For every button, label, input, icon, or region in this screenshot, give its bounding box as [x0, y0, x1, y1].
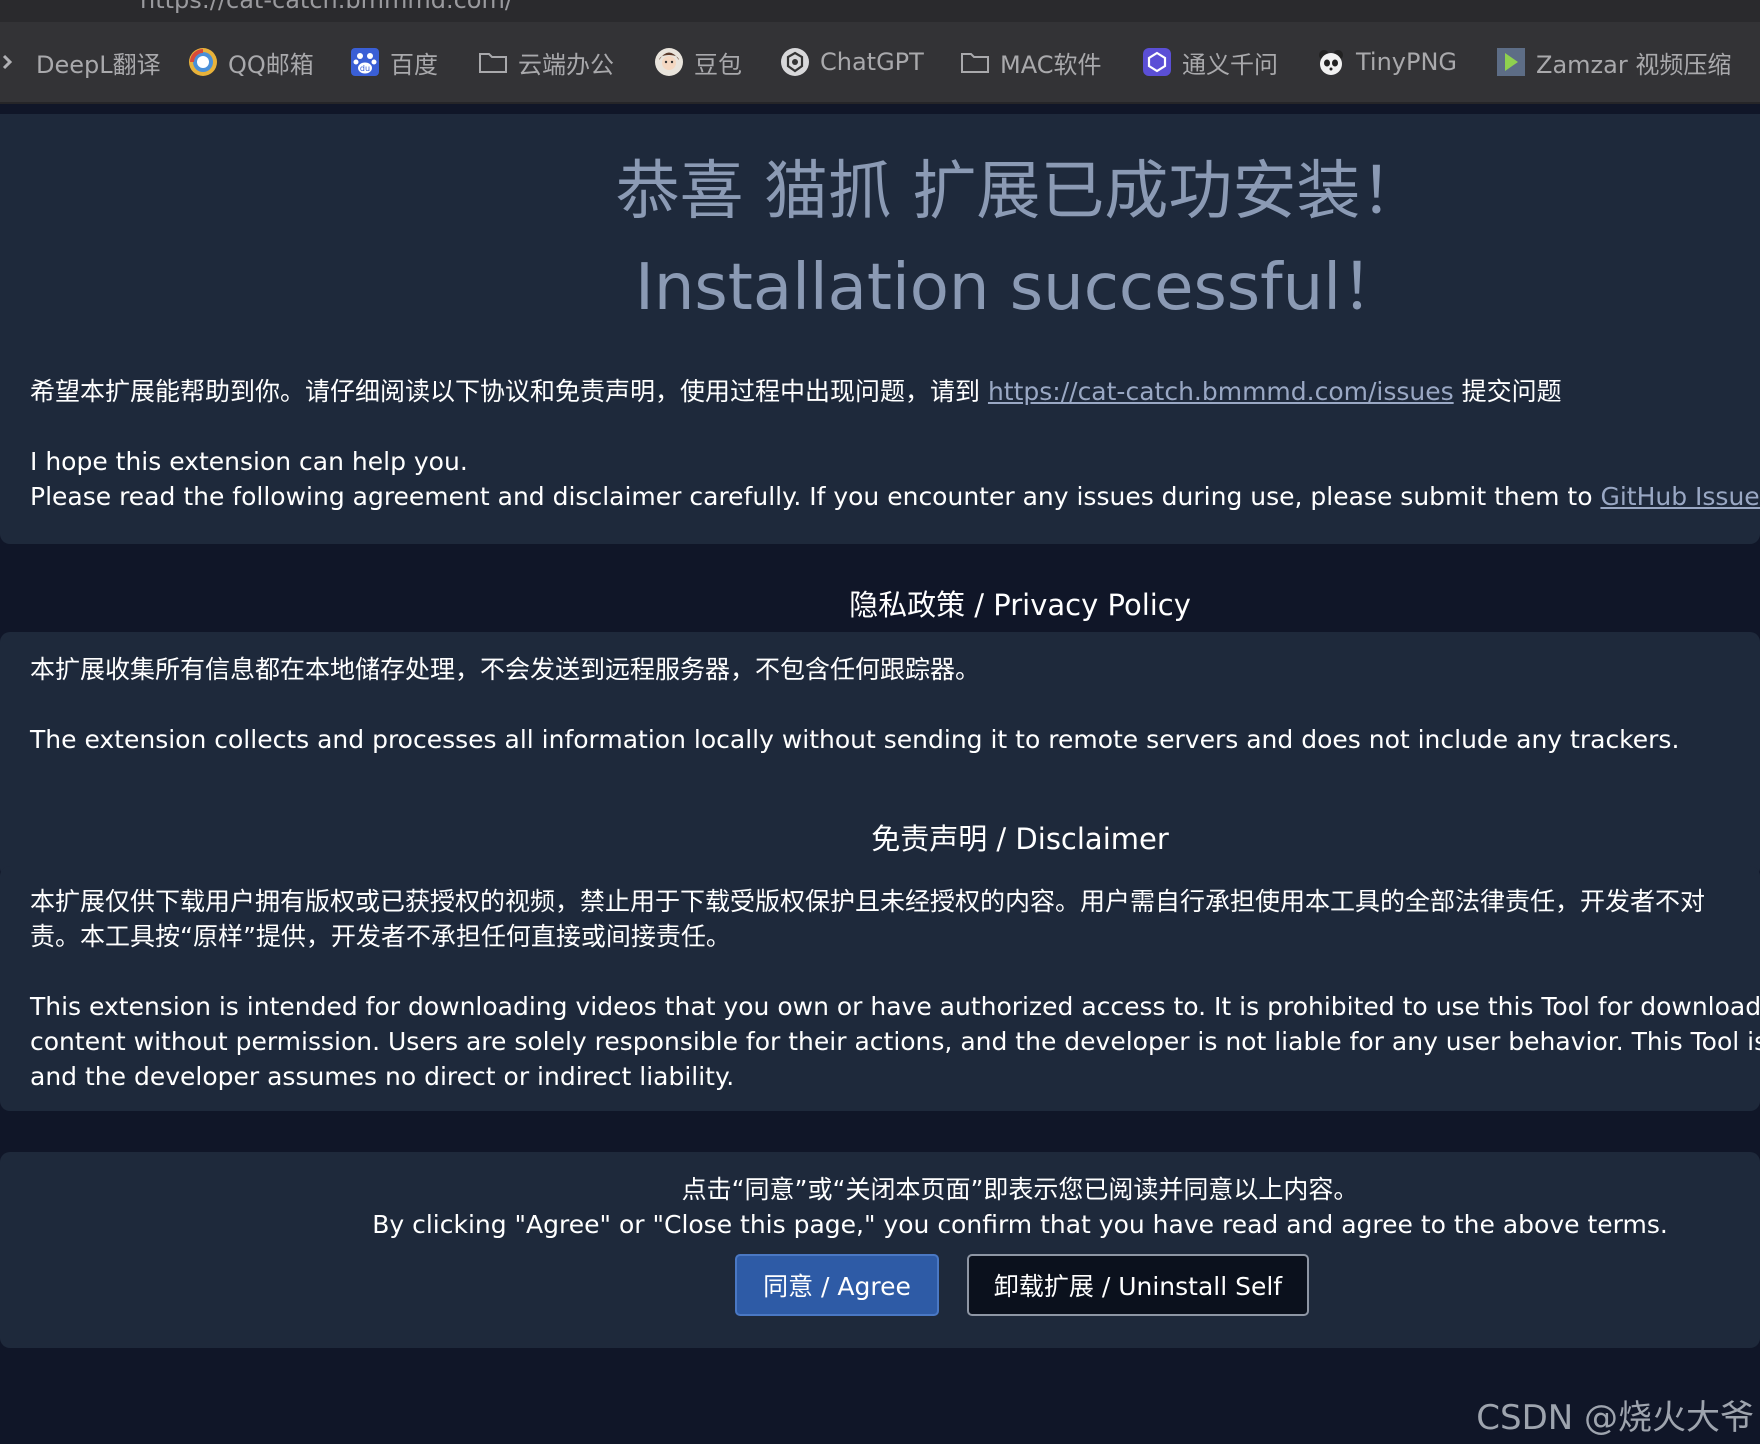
bookmark-label: 豆包 [694, 50, 742, 79]
bookmark-label: Zamzar 视频压缩 [1536, 50, 1732, 79]
deepl-icon [0, 47, 26, 77]
panda-icon [1316, 47, 1346, 77]
title-english: Installation successful！ [634, 251, 1406, 325]
uninstall-button[interactable]: 卸载扩展 / Uninstall Self [967, 1254, 1309, 1316]
privacy-heading: 隐私政策 / Privacy Policy [849, 588, 1191, 622]
baidu-paw-icon: du [350, 47, 380, 77]
confirm-english: By clicking "Agree" or "Close this page,… [372, 1210, 1668, 1239]
doubao-avatar-icon [654, 47, 684, 77]
bookmark-label: 云端办公 [518, 50, 614, 79]
bookmark-label: 百度 [390, 50, 438, 79]
tongyi-icon [1142, 47, 1172, 77]
intro-text: 希望本扩展能帮助到你。请仔细阅读以下协议和免责声明，使用过程中出现问题，请到 h… [30, 374, 1760, 514]
csdn-watermark: CSDN @烧火大爷 [1476, 1398, 1754, 1438]
bookmark-label: DeepL翻译 [36, 50, 161, 79]
privacy-text: 本扩展收集所有信息都在本地储存处理，不会发送到远程服务器，不包含任何跟踪器。 T… [30, 652, 1679, 757]
bookmark-baidu[interactable]: du 百度 [350, 22, 438, 102]
bookmark-label: ChatGPT [820, 48, 924, 76]
bookmark-tongyi[interactable]: 通义千问 [1142, 22, 1278, 102]
confirm-text: 点击“同意”或“关闭本页面”即表示您已阅读并同意以上内容。 By clickin… [0, 1172, 1760, 1242]
disclaimer-chinese-line2: 责。本工具按“原样”提供，开发者不承担任何直接或间接责任。 [30, 922, 731, 951]
issues-link[interactable]: https://cat-catch.bmmmd.com/issues [988, 377, 1454, 406]
agree-button[interactable]: 同意 / Agree [735, 1254, 939, 1316]
disclaimer-english-line3: and the developer assumes no direct or i… [30, 1062, 735, 1091]
bookmark-qq-mail[interactable]: QQ邮箱 [188, 22, 314, 102]
intro-chinese: 希望本扩展能帮助到你。请仔细阅读以下协议和免责声明，使用过程中出现问题，请到 h… [30, 374, 1760, 409]
intro-cn-after: 提交问题 [1453, 377, 1562, 406]
chatgpt-icon [780, 47, 810, 77]
intro-english-line1: I hope this extension can help you. [30, 447, 468, 476]
privacy-english: The extension collects and processes all… [30, 725, 1680, 754]
bookmarks-bar: DeepL翻译 QQ邮箱 du 百度 云端办公 豆包 ChatGPT MAC软件… [0, 22, 1760, 104]
disclaimer-chinese-line1: 本扩展仅供下载用户拥有版权或已获授权的视频，禁止用于下载受版权保护且未经授权的内… [30, 887, 1706, 916]
disclaimer-english-line1: This extension is intended for downloadi… [30, 992, 1760, 1021]
bookmark-tinypng[interactable]: TinyPNG [1316, 22, 1457, 102]
bookmark-cloud-office[interactable]: 云端办公 [478, 22, 614, 102]
disclaimer-panel: 本扩展仅供下载用户拥有版权或已获授权的视频，禁止用于下载受版权保护且未经授权的内… [0, 866, 1760, 1111]
intro-english-line2: Please read the following agreement and … [30, 479, 1760, 514]
bookmark-label: 通义千问 [1182, 50, 1278, 79]
bookmark-doubao[interactable]: 豆包 [654, 22, 742, 102]
bookmark-zamzar[interactable]: Zamzar 视频压缩 [1496, 22, 1731, 102]
address-bar-text: https://cat-catch.bmmmd.com/ [140, 0, 513, 14]
confirm-panel: 点击“同意”或“关闭本页面”即表示您已阅读并同意以上内容。 By clickin… [0, 1152, 1760, 1348]
bookmark-mac-software[interactable]: MAC软件 [960, 22, 1101, 102]
disclaimer-text: 本扩展仅供下载用户拥有版权或已获授权的视频，禁止用于下载受版权保护且未经授权的内… [30, 884, 1760, 1094]
title-chinese: 恭喜 猫抓 扩展已成功安装！ [615, 155, 1425, 229]
confirm-chinese: 点击“同意”或“关闭本页面”即表示您已阅读并同意以上内容。 [681, 1175, 1359, 1204]
intro-en-before: Please read the following agreement and … [30, 482, 1601, 511]
folder-icon [478, 47, 508, 77]
page-title: 恭喜 猫抓 扩展已成功安装！ Installation successful！ [0, 144, 1760, 336]
bookmark-label: MAC软件 [1000, 50, 1102, 79]
disclaimer-english-line2: content without permission. Users are so… [30, 1027, 1760, 1056]
privacy-chinese: 本扩展收集所有信息都在本地储存处理，不会发送到远程服务器，不包含任何跟踪器。 [30, 655, 981, 684]
welcome-panel: 恭喜 猫抓 扩展已成功安装！ Installation successful！ … [0, 114, 1760, 544]
zamzar-icon [1496, 47, 1526, 77]
bookmark-label: QQ邮箱 [228, 50, 314, 79]
github-issues-link[interactable]: GitHub Issues [1600, 482, 1760, 511]
bookmark-deepl[interactable]: DeepL翻译 [0, 22, 161, 102]
folder-icon [960, 47, 990, 77]
page-content: 恭喜 猫抓 扩展已成功安装！ Installation successful！ … [0, 104, 1760, 1444]
svg-text:du: du [360, 64, 370, 73]
qq-mail-icon [188, 47, 218, 77]
bookmark-chatgpt[interactable]: ChatGPT [780, 22, 924, 102]
disclaimer-heading: 免责声明 / Disclaimer [871, 822, 1169, 856]
address-bar-partial: https://cat-catch.bmmmd.com/ [0, 0, 1760, 22]
bookmark-label: TinyPNG [1356, 48, 1458, 76]
intro-cn-before: 希望本扩展能帮助到你。请仔细阅读以下协议和免责声明，使用过程中出现问题，请到 [30, 377, 988, 406]
